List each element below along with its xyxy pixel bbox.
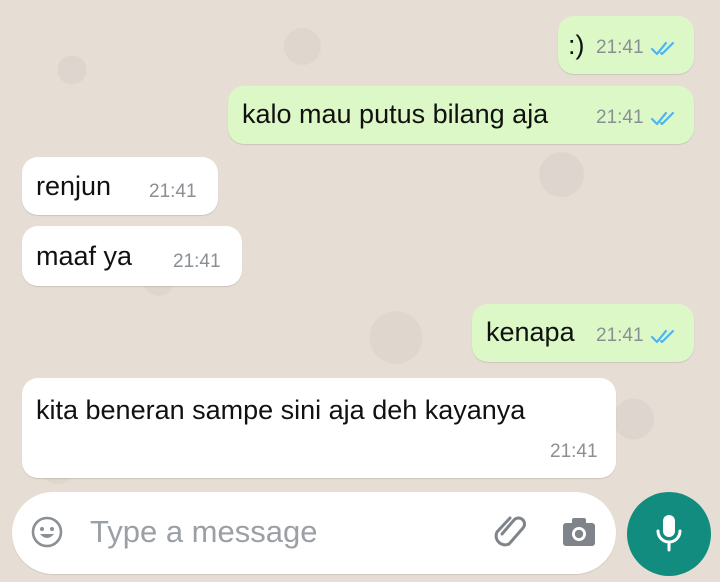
emoji-icon[interactable] — [30, 515, 64, 549]
message-text: kenapa — [486, 317, 575, 347]
message-time: 21:41 — [596, 325, 644, 346]
message-text: :) — [568, 30, 585, 60]
message-bubble-outgoing[interactable]: kenapa 21:41 — [472, 304, 694, 362]
double-check-icon — [650, 111, 674, 126]
message-meta: 21:41 — [596, 37, 680, 59]
message-time: 21:41 — [149, 181, 197, 202]
camera-icon[interactable] — [561, 516, 597, 548]
message-bubble-outgoing[interactable]: :) 21:41 — [558, 16, 694, 74]
microphone-icon — [656, 515, 682, 552]
message-meta: 21:41 — [550, 441, 598, 463]
paperclip-icon[interactable] — [494, 512, 528, 552]
message-bubble-incoming[interactable]: maaf ya 21:41 — [22, 226, 242, 286]
voice-record-button[interactable] — [627, 492, 711, 576]
message-bubble-incoming[interactable]: kita beneran sampe sini aja deh kayanya … — [22, 378, 616, 478]
message-bubble-outgoing[interactable]: kalo mau putus bilang aja 21:41 — [228, 86, 694, 144]
message-text: kalo mau putus bilang aja — [242, 99, 549, 129]
message-input[interactable]: Type a message — [90, 514, 317, 550]
message-text: renjun — [36, 171, 112, 201]
message-composer[interactable]: Type a message — [12, 492, 616, 574]
message-time: 21:41 — [173, 251, 221, 272]
double-check-icon — [650, 329, 674, 344]
message-text: kita beneran sampe sini aja deh kayanya — [36, 395, 526, 425]
message-meta: 21:41 — [596, 325, 680, 347]
message-bubble-incoming[interactable]: renjun 21:41 — [22, 157, 218, 215]
message-time: 21:41 — [596, 107, 644, 128]
message-text: maaf ya — [36, 241, 133, 271]
message-meta: 21:41 — [149, 181, 197, 203]
message-time: 21:41 — [550, 441, 598, 462]
double-check-icon — [650, 41, 674, 56]
message-time: 21:41 — [596, 37, 644, 58]
message-meta: 21:41 — [173, 251, 221, 273]
message-meta: 21:41 — [596, 107, 680, 129]
